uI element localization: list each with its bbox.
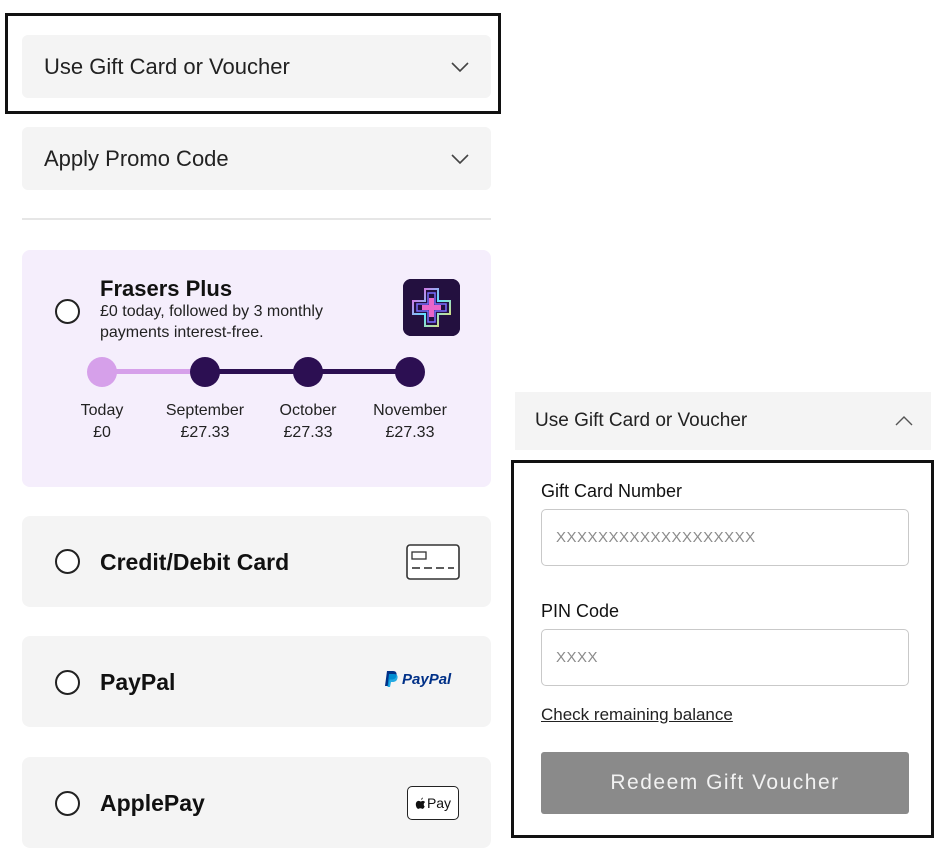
payment-option-label: ApplePay	[100, 790, 205, 816]
chevron-up-icon	[895, 416, 913, 426]
radio-card[interactable]	[55, 549, 80, 574]
frasers-plus-title: Frasers Plus	[100, 276, 233, 301]
promo-code-accordion-label: Apply Promo Code	[44, 145, 229, 171]
timeline-amount: £27.33	[180, 424, 230, 441]
paypal-p-icon	[385, 671, 398, 687]
payment-option-applepay[interactable]: ApplePay Pay	[22, 757, 491, 848]
chevron-down-icon	[451, 153, 469, 164]
timeline-amount: £27.33	[283, 424, 333, 441]
payment-option-card[interactable]: Credit/Debit Card	[22, 516, 491, 607]
credit-card-icon	[406, 544, 460, 580]
frasers-plus-logo-icon	[403, 279, 460, 336]
timeline-amount: £27.33	[385, 424, 435, 441]
gift-card-number-input[interactable]	[541, 509, 909, 566]
check-balance-link[interactable]: Check remaining balance	[541, 705, 733, 725]
timeline-dot-october	[293, 357, 323, 387]
gift-card-form: Gift Card Number PIN Code Check remainin…	[511, 460, 934, 838]
timeline-month: October	[279, 402, 337, 419]
chevron-down-icon	[451, 61, 469, 72]
payment-option-frasers-plus[interactable]: Frasers Plus £0 today, followed by 3 mon…	[22, 250, 491, 487]
apple-pay-text: Pay	[426, 795, 452, 811]
gift-voucher-accordion-expanded[interactable]: Use Gift Card or Voucher	[515, 392, 931, 450]
apple-pay-icon: Pay	[407, 786, 459, 820]
timeline-month: Today	[80, 402, 124, 419]
gift-voucher-accordion-label: Use Gift Card or Voucher	[44, 53, 290, 79]
pin-code-label: PIN Code	[541, 601, 620, 621]
promo-code-accordion[interactable]: Apply Promo Code	[22, 127, 491, 190]
payment-option-label: Credit/Debit Card	[100, 549, 290, 575]
gift-voucher-accordion-label: Use Gift Card or Voucher	[535, 410, 748, 431]
timeline-label: September £27.33	[150, 400, 260, 444]
timeline-dot-today	[87, 357, 117, 387]
timeline-label: October £27.33	[253, 400, 363, 444]
timeline-label: Today £0	[47, 400, 157, 444]
section-divider	[22, 218, 491, 220]
radio-applepay[interactable]	[55, 791, 80, 816]
redeem-gift-voucher-button[interactable]: Redeem Gift Voucher	[541, 752, 909, 814]
gift-voucher-accordion[interactable]: Use Gift Card or Voucher	[22, 35, 491, 98]
pin-code-input[interactable]	[541, 629, 909, 686]
paypal-wordmark: PayPal	[402, 670, 452, 688]
timeline-dot-september	[190, 357, 220, 387]
timeline-amount: £0	[93, 424, 111, 441]
payment-option-label: PayPal	[100, 669, 176, 695]
apple-logo-icon	[415, 797, 426, 809]
timeline-label: November £27.33	[355, 400, 465, 444]
radio-frasers-plus[interactable]	[55, 299, 80, 324]
frasers-plus-subtitle: £0 today, followed by 3 monthly payments…	[100, 303, 323, 341]
timeline-dot-november	[395, 357, 425, 387]
gift-card-number-label: Gift Card Number	[541, 481, 683, 501]
timeline-month: September	[165, 402, 245, 419]
radio-paypal[interactable]	[55, 670, 80, 695]
paypal-logo-icon: PayPal	[384, 670, 451, 688]
payment-option-paypal[interactable]: PayPal PayPal	[22, 636, 491, 727]
timeline-month: November	[373, 402, 447, 419]
